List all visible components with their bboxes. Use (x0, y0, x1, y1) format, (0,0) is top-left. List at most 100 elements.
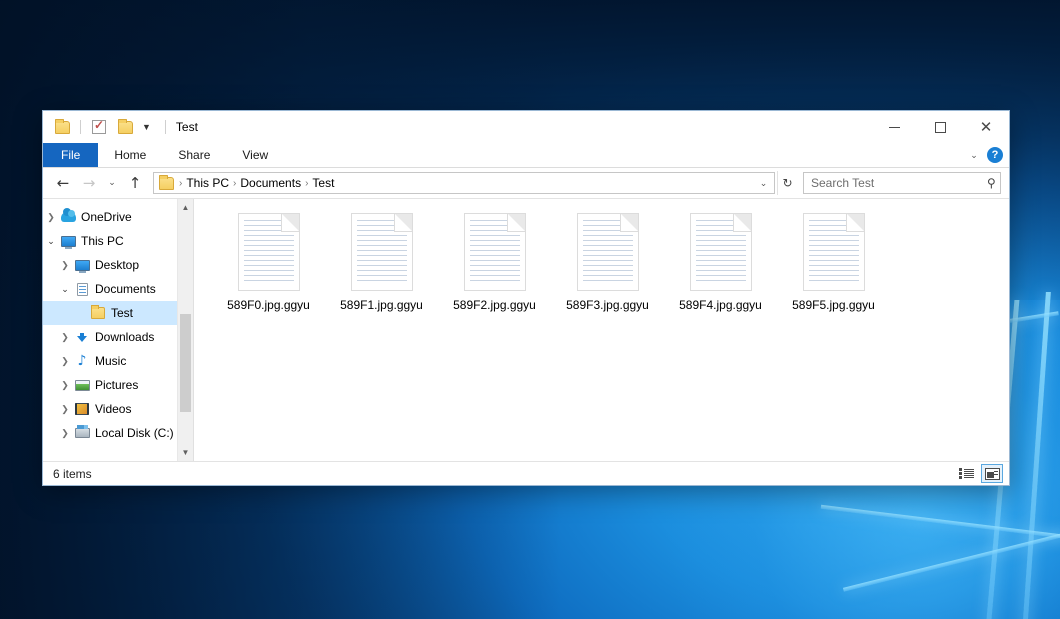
scroll-up-arrow-icon[interactable]: ▲ (178, 199, 193, 216)
sidebar-item-label: Downloads (91, 330, 154, 344)
generic-document-icon (690, 213, 752, 291)
chevron-right-icon[interactable]: ❯ (57, 428, 73, 439)
page-fold-corner (846, 214, 864, 232)
list-item[interactable]: 589F1.jpg.ggyu (325, 209, 438, 312)
generic-document-icon (803, 213, 865, 291)
breadcrumb-test[interactable]: Test (309, 176, 337, 190)
help-icon[interactable]: ? (987, 147, 1003, 163)
close-icon: ✕ (980, 120, 993, 135)
sidebar-item-label: This PC (77, 234, 124, 248)
generic-document-icon (464, 213, 526, 291)
sidebar-item-documents[interactable]: ⌄ Documents (43, 277, 193, 301)
sidebar-item-label: Music (91, 354, 126, 368)
large-icons-view-button[interactable] (981, 464, 1003, 483)
view-mode-buttons (955, 464, 1003, 483)
chevron-down-icon[interactable]: ⌄ (43, 236, 59, 247)
monitor-icon (59, 236, 77, 247)
maximize-button[interactable] (917, 111, 963, 143)
details-view-button[interactable] (955, 464, 977, 483)
address-bar-row: ← → ⌄ ↑ › This PC › Documents › Test ⌄ ↻… (43, 168, 1009, 198)
tab-share[interactable]: Share (162, 143, 226, 167)
folder-icon (159, 177, 174, 190)
back-button[interactable]: ← (51, 171, 75, 195)
forward-button: → (77, 171, 101, 195)
music-icon: ♪ (73, 354, 91, 368)
qat-new-folder-button[interactable] (114, 116, 136, 138)
chevron-right-icon[interactable]: ❯ (57, 260, 73, 271)
close-button[interactable]: ✕ (963, 111, 1009, 143)
search-box[interactable]: Search Test ⚲ (803, 172, 1001, 194)
scrollbar-thumb[interactable] (180, 314, 191, 412)
sidebar-item-label: Pictures (91, 378, 138, 392)
page-fold-corner (394, 214, 412, 232)
toolbar-divider (80, 120, 81, 134)
qat-folder-icon-button[interactable] (51, 116, 73, 138)
search-icon: ⚲ (987, 176, 996, 190)
search-input[interactable]: Search Test (811, 176, 987, 190)
details-view-icon (959, 468, 974, 479)
sidebar-scrollbar[interactable]: ▲ ▼ (177, 199, 193, 461)
sidebar-item-onedrive[interactable]: ❯ OneDrive (43, 205, 193, 229)
quick-access-toolbar: ▼ (43, 111, 166, 143)
page-fold-corner (507, 214, 525, 232)
list-item[interactable]: 589F4.jpg.ggyu (664, 209, 777, 312)
chevron-right-icon[interactable]: ❯ (57, 356, 73, 367)
sidebar-item-pictures[interactable]: ❯ Pictures (43, 373, 193, 397)
ribbon-right-controls: ⌄ ? (963, 143, 1009, 167)
chevron-right-icon[interactable]: ❯ (57, 332, 73, 343)
tab-file[interactable]: File (43, 143, 98, 167)
chevron-down-icon[interactable]: ⌄ (57, 284, 73, 295)
sidebar-item-downloads[interactable]: ❯ Downloads (43, 325, 193, 349)
window-title: Test (176, 120, 198, 134)
breadcrumb-documents[interactable]: Documents (237, 176, 304, 190)
sidebar-item-videos[interactable]: ❯ Videos (43, 397, 193, 421)
sidebar-item-local-disk-c[interactable]: ❯ Local Disk (C:) (43, 421, 193, 445)
sidebar-item-label: Test (107, 306, 133, 320)
chevron-right-icon[interactable]: ❯ (43, 212, 59, 223)
tab-home[interactable]: Home (98, 143, 162, 167)
tab-view[interactable]: View (226, 143, 284, 167)
list-item[interactable]: 589F5.jpg.ggyu (777, 209, 890, 312)
page-fold-corner (281, 214, 299, 232)
window-controls: ✕ (871, 111, 1009, 143)
breadcrumb-this-pc[interactable]: This PC (183, 176, 232, 190)
chevron-right-icon[interactable]: ❯ (57, 380, 73, 391)
title-bar: ▼ Test ✕ (43, 111, 1009, 143)
chevron-placeholder-icon: ❯ (73, 308, 89, 319)
refresh-button[interactable]: ↻ (777, 171, 797, 195)
chevron-right-icon[interactable]: ❯ (57, 404, 73, 415)
generic-document-icon (577, 213, 639, 291)
folder-icon (55, 121, 70, 134)
status-bar: 6 items (43, 461, 1009, 485)
list-item[interactable]: 589F3.jpg.ggyu (551, 209, 664, 312)
video-icon (73, 403, 91, 415)
list-item[interactable]: 589F0.jpg.ggyu (212, 209, 325, 312)
sidebar-item-music[interactable]: ❯ ♪ Music (43, 349, 193, 373)
address-bar[interactable]: › This PC › Documents › Test ⌄ (153, 172, 775, 194)
disk-icon (73, 428, 91, 438)
qat-properties-button[interactable] (88, 116, 110, 138)
scroll-down-arrow-icon[interactable]: ▼ (178, 444, 193, 461)
navigation-pane: ❯ OneDrive ⌄ This PC ❯ Desktop ⌄ (43, 199, 193, 461)
up-button[interactable]: ↑ (123, 171, 147, 195)
folder-icon (118, 121, 133, 134)
recent-locations-chevron-down-icon[interactable]: ⌄ (103, 171, 121, 195)
sidebar-item-desktop[interactable]: ❯ Desktop (43, 253, 193, 277)
sidebar-item-test[interactable]: ❯ Test (43, 301, 193, 325)
file-name: 589F0.jpg.ggyu (227, 298, 310, 312)
list-item[interactable]: 589F2.jpg.ggyu (438, 209, 551, 312)
cloud-icon (59, 212, 77, 222)
page-fold-corner (733, 214, 751, 232)
file-list-pane[interactable]: 589F0.jpg.ggyu 589F1.jpg.ggyu (194, 199, 1009, 461)
file-grid: 589F0.jpg.ggyu 589F1.jpg.ggyu (212, 209, 1001, 312)
generic-document-icon (238, 213, 300, 291)
minimize-button[interactable] (871, 111, 917, 143)
address-dropdown-chevron-down-icon[interactable]: ⌄ (755, 178, 772, 189)
sidebar-item-this-pc[interactable]: ⌄ This PC (43, 229, 193, 253)
scrollbar-track[interactable] (178, 216, 193, 444)
monitor-icon (73, 260, 91, 271)
minimize-icon (889, 127, 900, 128)
chevron-down-icon[interactable]: ▼ (140, 123, 153, 132)
maximize-icon (935, 122, 946, 133)
expand-ribbon-chevron-down-icon[interactable]: ⌄ (963, 150, 985, 161)
